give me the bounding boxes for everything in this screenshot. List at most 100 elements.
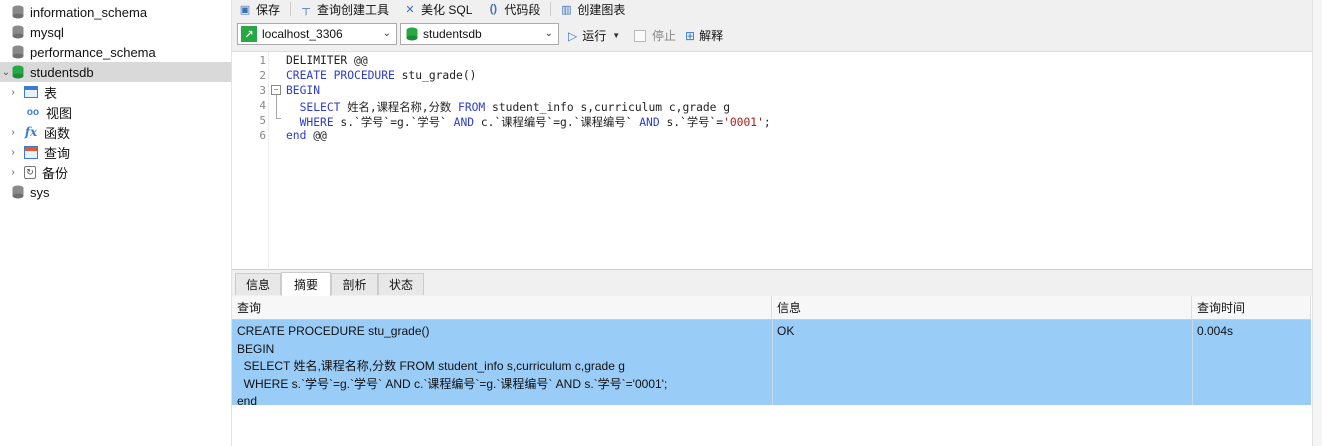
tree-item-sys[interactable]: sys [0,182,231,202]
chevron-right-icon[interactable]: › [8,165,18,179]
dropdown-arrow-icon[interactable]: ▼ [612,31,620,40]
connection-select-value: localhost_3306 [262,27,343,41]
tree-item-information-schema[interactable]: information_schema [0,2,231,22]
chevron-right-icon[interactable]: › [8,125,18,139]
sql-string: '0001' [723,116,764,129]
code-line[interactable]: DELIMITER @@ [286,54,368,67]
magic-wand-icon: ✕ [405,3,415,16]
braces-icon: () [489,3,498,15]
beautify-sql-button[interactable]: ✕ 美化 SQL [403,1,472,18]
vertical-scrollbar[interactable] [1312,0,1322,446]
line-number: 3 [259,84,266,97]
tree-item-views[interactable]: oo 视图 [0,102,231,122]
sql-text: stu_grade() [394,69,477,82]
code-snippet-button[interactable]: () 代码段 [486,1,541,18]
sql-text: @@ [306,129,327,142]
sql-text: s.`学号`= [659,116,724,129]
sql-text: student_info s,curriculum c,grade g [485,101,731,114]
database-green-icon [406,27,418,41]
database-icon [12,45,24,59]
tab-status[interactable]: 状态 [378,273,424,295]
tree-item-studentsdb[interactable]: ⌄ studentsdb [0,62,231,82]
column-header-info[interactable]: 信息 [772,296,1192,320]
chart-icon: ▥ [561,3,572,16]
query-icon [24,145,38,159]
connection-toolbar: ↗ localhost_3306 ⌄ studentsdb ⌄ ▷ 运行 ▼ 停… [232,18,1312,52]
tree-item-tables[interactable]: › 表 [0,82,231,102]
sql-keyword: FROM [458,101,486,114]
sql-keyword: CREATE PROCEDURE [286,69,395,82]
connection-select[interactable]: ↗ localhost_3306 ⌄ [237,23,397,45]
chevron-down-icon: ⌄ [382,28,391,39]
line-number: 2 [259,69,266,82]
tree-item-label: 备份 [42,165,69,181]
tree-item-label: performance_schema [30,44,156,60]
code-line[interactable]: SELECT 姓名,课程名称,分数 FROM student_info s,cu… [286,99,730,115]
explain-button[interactable]: ⊞ 解释 [685,27,723,44]
column-divider [772,320,773,405]
code-line[interactable]: end @@ [286,129,327,142]
column-header-query[interactable]: 查询 [232,296,772,320]
sql-text: c.`课程编号`=g.`课程编号` [474,116,640,129]
line-number: 4 [259,99,266,112]
tree-item-mysql[interactable]: mysql [0,22,231,42]
backup-icon: ↻ [24,165,36,179]
column-header-time[interactable]: 查询时间 [1192,296,1311,320]
save-button[interactable]: ▣ 保存 [238,1,280,18]
database-select[interactable]: studentsdb ⌄ [400,23,559,45]
fold-guide [276,95,277,118]
sql-keyword: end [286,129,307,142]
toolbar-divider [290,2,292,16]
line-number: 5 [259,114,266,127]
view-icon: oo [26,107,40,118]
sql-keyword: WHERE [299,116,334,129]
database-select-value: studentsdb [423,27,482,41]
table-icon [24,86,38,98]
query-toolbar: ▣ 保存 ┬ 查询创建工具 ✕ 美化 SQL () 代码段 ▥ 创建图表 [232,0,1312,18]
tree-item-queries[interactable]: › 查询 [0,142,231,162]
create-chart-button[interactable]: ▥ 创建图表 [559,1,625,18]
tree-item-functions[interactable]: › fx 函数 [0,122,231,142]
result-table: 查询 信息 查询时间 CREATE PROCEDURE stu_grade() … [232,296,1312,446]
tree-item-performance-schema[interactable]: performance_schema [0,42,231,62]
explain-icon: ⊞ [685,28,696,43]
tree-item-label: 查询 [44,145,71,161]
fold-guide-end [276,118,281,119]
stop-button[interactable]: 停止 [634,27,676,44]
function-icon: fx [24,125,38,139]
sql-text: s.`学号`=g.`学号` [333,116,454,129]
code-line[interactable]: BEGIN [286,84,320,97]
tree-item-label: 函数 [44,125,71,141]
object-tree: information_schema mysql performance_sch… [0,0,232,446]
code-line[interactable]: CREATE PROCEDURE stu_grade() [286,69,476,82]
sql-editor[interactable]: 1 2 3 4 5 6 − DELIMITER @@ CREATE PROCEDURE st… [232,52,1312,268]
sql-keyword: AND [639,116,660,129]
cell-time[interactable]: 0.004s [1197,323,1233,341]
line-number: 1 [259,54,266,67]
chevron-right-icon[interactable]: › [8,85,18,99]
play-icon: ▷ [568,28,578,43]
sql-text: DELIMITER @@ [286,54,368,67]
tree-item-label: 表 [44,85,58,101]
tree-item-label: information_schema [30,4,148,20]
query-builder-icon: ┬ [302,3,310,15]
fold-toggle-icon[interactable]: − [271,85,281,95]
cell-info[interactable]: OK [777,323,794,341]
chevron-down-icon[interactable]: ⌄ [0,65,12,79]
sql-text: ; [763,116,771,129]
database-green-icon [12,65,24,79]
tab-profile[interactable]: 剖析 [331,273,378,295]
tree-item-backups[interactable]: › ↻ 备份 [0,162,231,182]
database-icon [12,185,24,199]
sql-keyword: AND [453,116,475,129]
run-button[interactable]: ▷ 运行 ▼ [568,27,620,44]
chevron-right-icon[interactable]: › [8,145,18,159]
code-line[interactable]: WHERE s.`学号`=g.`学号` AND c.`课程编号`=g.`课程编号… [286,114,771,130]
tab-info[interactable]: 信息 [235,273,281,295]
tab-summary[interactable]: 摘要 [281,272,331,296]
cell-query[interactable]: CREATE PROCEDURE stu_grade() BEGIN SELEC… [237,323,667,411]
line-number: 6 [259,129,266,142]
query-builder-button[interactable]: ┬ 查询创建工具 [299,1,389,18]
